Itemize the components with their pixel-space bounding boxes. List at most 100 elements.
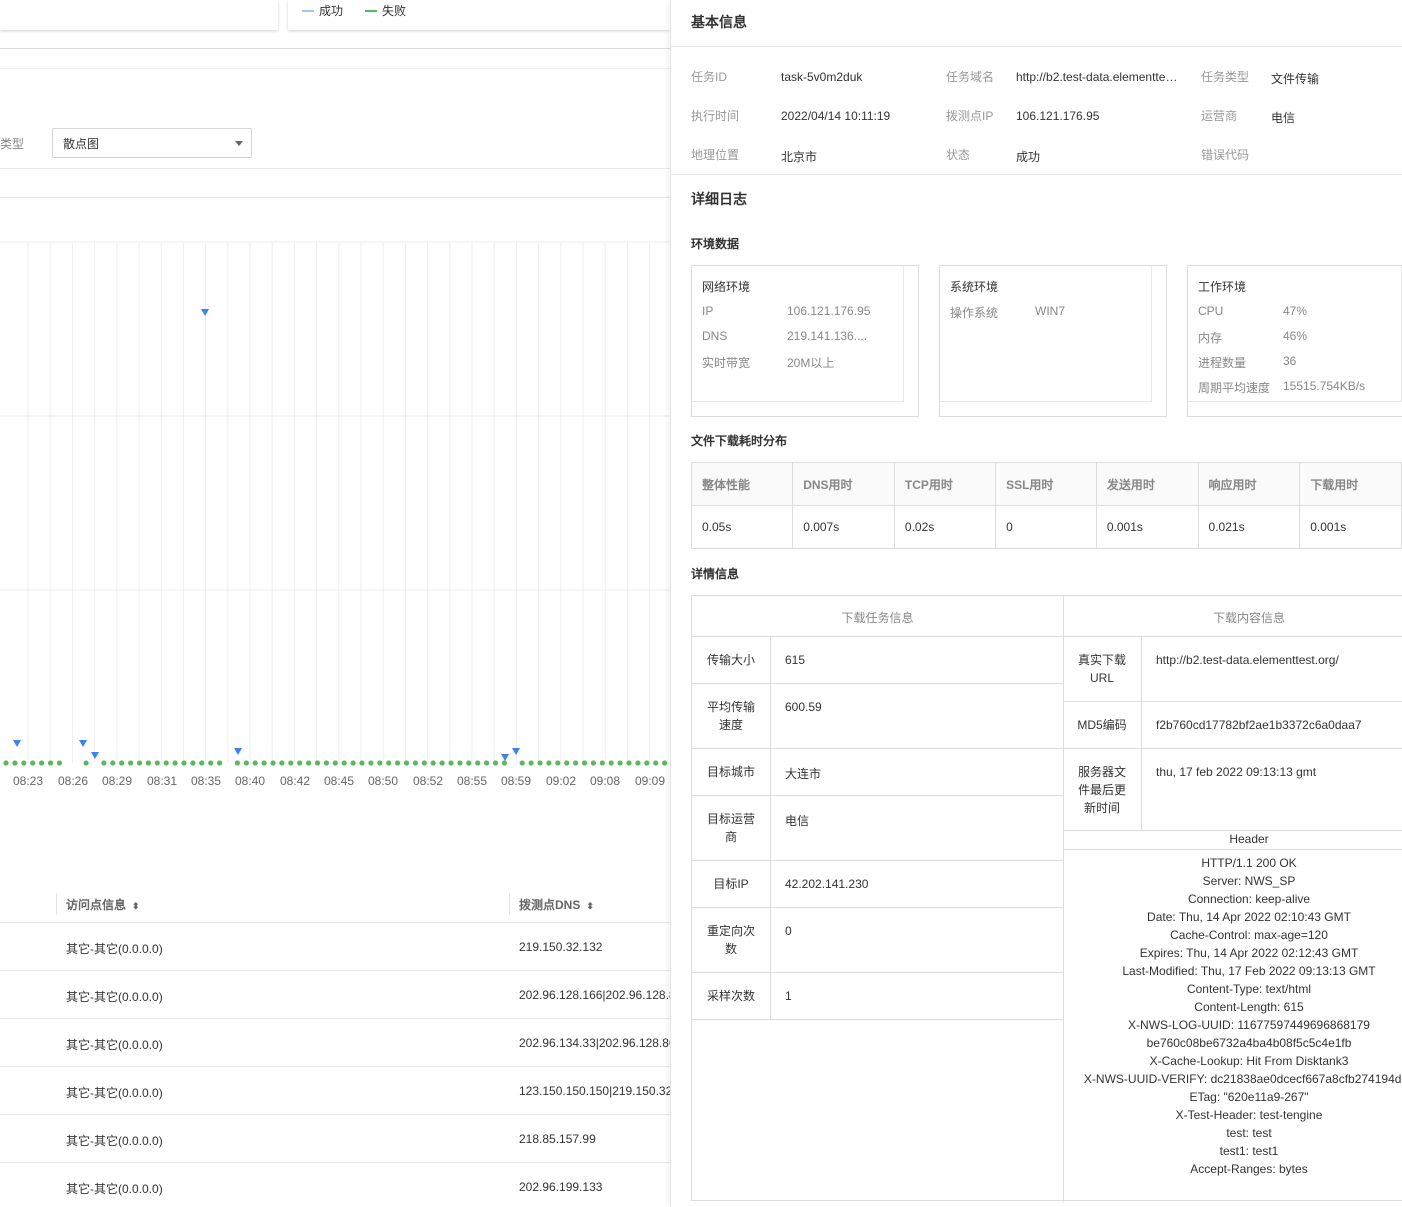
th-access-point-label: 访问点信息 xyxy=(66,898,127,912)
cell-access-point: 其它-其它(0.0.0.0) xyxy=(66,1134,163,1148)
fail-point xyxy=(403,760,410,766)
th-probe-dns-label: 拨测点DNS xyxy=(519,898,581,912)
table-row[interactable]: 其它-其它(0.0.0.0) 123.150.150.150|219.150.32… xyxy=(0,1067,670,1115)
fail-point xyxy=(412,760,418,766)
sort-icon[interactable]: ⬍ xyxy=(132,901,140,912)
th-probe-dns[interactable]: 拨测点DNS ⬍ xyxy=(519,896,594,913)
header-line: X-Test-Header: test-tengine xyxy=(1175,1108,1323,1122)
header-line: Accept-Ranges: bytes xyxy=(1190,1162,1308,1176)
fail-point xyxy=(279,760,285,766)
fail-point xyxy=(101,760,107,766)
fail-point xyxy=(608,760,614,766)
table-row[interactable]: 其它-其它(0.0.0.0) 202.96.134.33|202.96.128.8… xyxy=(0,1019,670,1067)
basic-value: http://b2.test-data.elementtest.org/ xyxy=(1016,70,1178,84)
table-row[interactable]: 其它-其它(0.0.0.0) 219.150.32.132 xyxy=(0,923,670,971)
env-value: 47% xyxy=(1283,304,1308,318)
fail-point xyxy=(243,760,249,766)
env-key: DNS xyxy=(702,329,728,343)
perf-table: 整体性能 DNS用时 TCP用时 SSL用时 发送用时 响应用时 下载用时 0.05s 0.0… xyxy=(690,462,1402,549)
fail-point xyxy=(368,760,374,766)
left-page: 成功 失败 表类型 散点图 08:2308:2608:2908:3108:350… xyxy=(0,0,670,1207)
env-card: 网络环境 IP 106.121.176.95 DNS 219.141.136.... 实时… xyxy=(691,265,919,417)
task-info-value: 615 xyxy=(785,653,806,667)
legend-item-fail[interactable]: 失败 xyxy=(365,2,406,19)
perf-header-cell: 整体性能 xyxy=(690,462,794,506)
env-value: 15515.754KB/s xyxy=(1283,379,1366,393)
fail-point xyxy=(617,760,623,766)
x-tick-label: 08:59 xyxy=(501,774,531,788)
task-info-value: 42.202.141.230 xyxy=(785,877,869,891)
table-row[interactable]: 其它-其它(0.0.0.0) 202.96.199.133 xyxy=(0,1163,670,1207)
fail-point xyxy=(599,760,605,766)
cell-probe-dns: 202.96.128.166|202.96.128.86 xyxy=(519,988,670,1002)
success-point xyxy=(501,754,509,761)
table-row[interactable]: 其它-其它(0.0.0.0) 202.96.128.166|202.96.128.… xyxy=(0,971,670,1019)
legend-item-success[interactable]: 成功 xyxy=(302,2,343,19)
fail-point xyxy=(501,760,507,766)
fail-point xyxy=(519,760,525,766)
fail-point xyxy=(297,760,303,766)
sort-icon[interactable]: ⬍ xyxy=(586,901,594,912)
fail-point xyxy=(395,760,401,766)
x-tick-label: 08:55 xyxy=(457,774,487,788)
env-card-title: 网络环境 xyxy=(702,280,751,294)
task-info-row: 重定向次数 0 xyxy=(692,907,1063,972)
task-info-row: 目标城市 大连市 xyxy=(692,748,1063,795)
chart-type-select[interactable]: 散点图 xyxy=(52,128,252,158)
header-lines: HTTP/1.1 200 OK Server: NWS_SP Connection:… xyxy=(1063,836,1402,1176)
fail-point xyxy=(128,760,134,766)
task-info-key: 传输大小 xyxy=(692,637,771,683)
success-point xyxy=(91,752,99,759)
cell-access-point: 其它-其它(0.0.0.0) xyxy=(66,990,163,1004)
basic-label: 任务ID xyxy=(691,70,728,84)
basic-value: task-5v0m2duk xyxy=(781,70,863,84)
th-access-point[interactable]: 访问点信息 ⬍ xyxy=(66,896,140,913)
cell-access-point: 其它-其它(0.0.0.0) xyxy=(66,1086,163,1100)
cell-probe-dns: 202.96.134.33|202.96.128.86 xyxy=(519,1036,670,1050)
perf-value-cell: 0.05s xyxy=(690,505,794,549)
fail-point xyxy=(119,760,125,766)
task-info-row: 目标IP 42.202.141.230 xyxy=(692,860,1063,907)
fail-point xyxy=(270,760,276,766)
fail-point xyxy=(581,760,588,766)
fail-point xyxy=(430,760,436,766)
fail-point xyxy=(47,760,54,766)
table-row[interactable]: 其它-其它(0.0.0.0) 218.85.157.99 xyxy=(0,1115,670,1163)
perf-header-cell: 下载用时 xyxy=(1299,462,1402,506)
x-tick-label: 09:09 xyxy=(635,774,665,788)
fail-point xyxy=(288,760,294,766)
fail-point xyxy=(653,760,659,766)
fail-point xyxy=(341,760,347,766)
env-key: CPU xyxy=(1198,304,1224,318)
fail-point xyxy=(555,760,561,766)
success-point xyxy=(234,748,242,755)
perf-header-cell: 发送用时 xyxy=(1095,462,1199,506)
success-point xyxy=(13,740,21,747)
header-line: X-NWS-LOG-UUID: 11677597449696868179 xyxy=(1128,1018,1370,1032)
fail-point xyxy=(145,760,151,766)
fail-point xyxy=(448,760,454,766)
content-info-value: thu, 17 feb 2022 09:13:13 gmt xyxy=(1156,765,1317,779)
env-key: 实时带宽 xyxy=(702,356,751,370)
perf-title: 文件下载耗时分布 xyxy=(691,434,788,448)
env-key: 操作系统 xyxy=(950,306,999,320)
x-tick-label: 08:31 xyxy=(147,774,177,788)
top-card-legend: 成功 失败 xyxy=(288,0,670,30)
content-info-key: 真实下载URL xyxy=(1063,637,1142,701)
fail-point xyxy=(662,760,668,766)
env-key: 周期平均速度 xyxy=(1198,381,1271,395)
x-tick-label: 08:26 xyxy=(58,774,88,788)
basic-value: 文件传输 xyxy=(1271,72,1320,86)
divider xyxy=(671,46,1402,47)
legend-label-success: 成功 xyxy=(319,4,344,18)
perf-header-cell: SSL用时 xyxy=(995,462,1097,506)
chart-type-select-value: 散点图 xyxy=(63,136,100,151)
fail-point xyxy=(564,760,570,766)
x-tick-label: 08:52 xyxy=(413,774,443,788)
fail-point xyxy=(12,760,18,766)
fail-point xyxy=(314,760,321,766)
fail-point xyxy=(190,760,196,766)
x-tick-label: 08:35 xyxy=(191,774,221,788)
column-divider xyxy=(56,893,57,915)
content-info-row: MD5编码 f2b760cd17782bf2ae1b3372c6a0daa7 xyxy=(1063,701,1402,748)
